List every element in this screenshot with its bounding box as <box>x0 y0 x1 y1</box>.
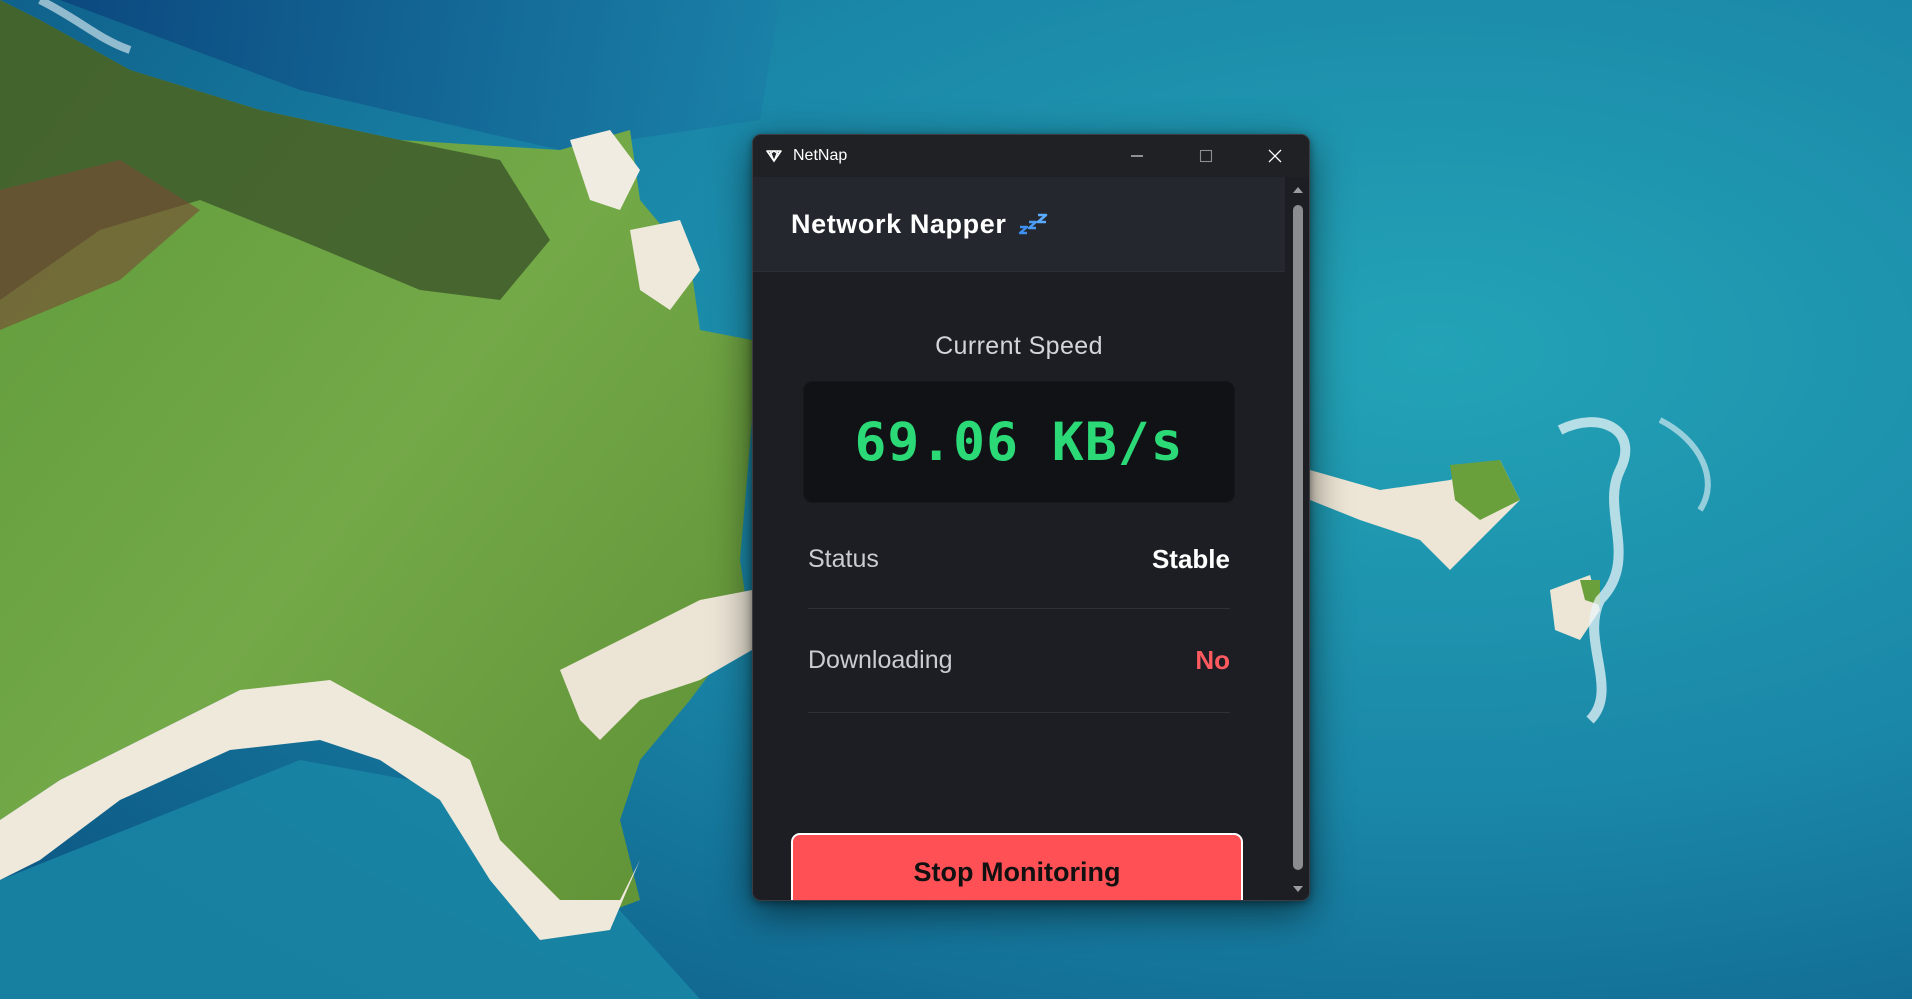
minimize-button[interactable] <box>1102 135 1171 177</box>
status-row: Status Stable <box>808 510 1230 609</box>
vertical-scrollbar[interactable] <box>1287 177 1309 900</box>
downloading-value: No <box>1195 645 1230 675</box>
close-icon <box>1268 149 1281 163</box>
app-logo-icon <box>765 148 785 164</box>
status-value: Stable <box>1151 543 1230 574</box>
scroll-down-arrow-icon[interactable] <box>1287 880 1309 898</box>
downloading-row: Downloading No <box>808 609 1230 713</box>
speed-value: 69.06 KB/s <box>854 411 1184 473</box>
scroll-thumb[interactable] <box>1293 205 1303 870</box>
maximize-button[interactable] <box>1171 135 1240 177</box>
minimize-icon <box>1130 155 1143 157</box>
app-header-title: Network Napper <box>791 208 1007 239</box>
downloading-label: Downloading <box>808 646 953 674</box>
scroll-up-arrow-icon[interactable] <box>1287 181 1309 199</box>
stop-monitoring-button[interactable]: Stop Monitoring <box>791 833 1243 900</box>
window-controls <box>1102 135 1309 177</box>
current-speed-label: Current Speed <box>935 332 1103 360</box>
netnap-window: NetNap Network Napper Current Speed 69.0… <box>752 134 1310 901</box>
speed-display: 69.06 KB/s <box>803 381 1235 503</box>
close-button[interactable] <box>1240 135 1309 177</box>
zzz-icon <box>1018 213 1048 235</box>
status-label: Status <box>808 544 879 573</box>
maximize-icon <box>1199 149 1212 163</box>
app-header: Network Napper <box>753 177 1285 272</box>
title-bar[interactable]: NetNap <box>753 135 1309 177</box>
app-content: Network Napper Current Speed 69.06 KB/s … <box>753 177 1285 900</box>
stop-monitoring-label: Stop Monitoring <box>913 856 1121 887</box>
window-title: NetNap <box>793 147 848 164</box>
